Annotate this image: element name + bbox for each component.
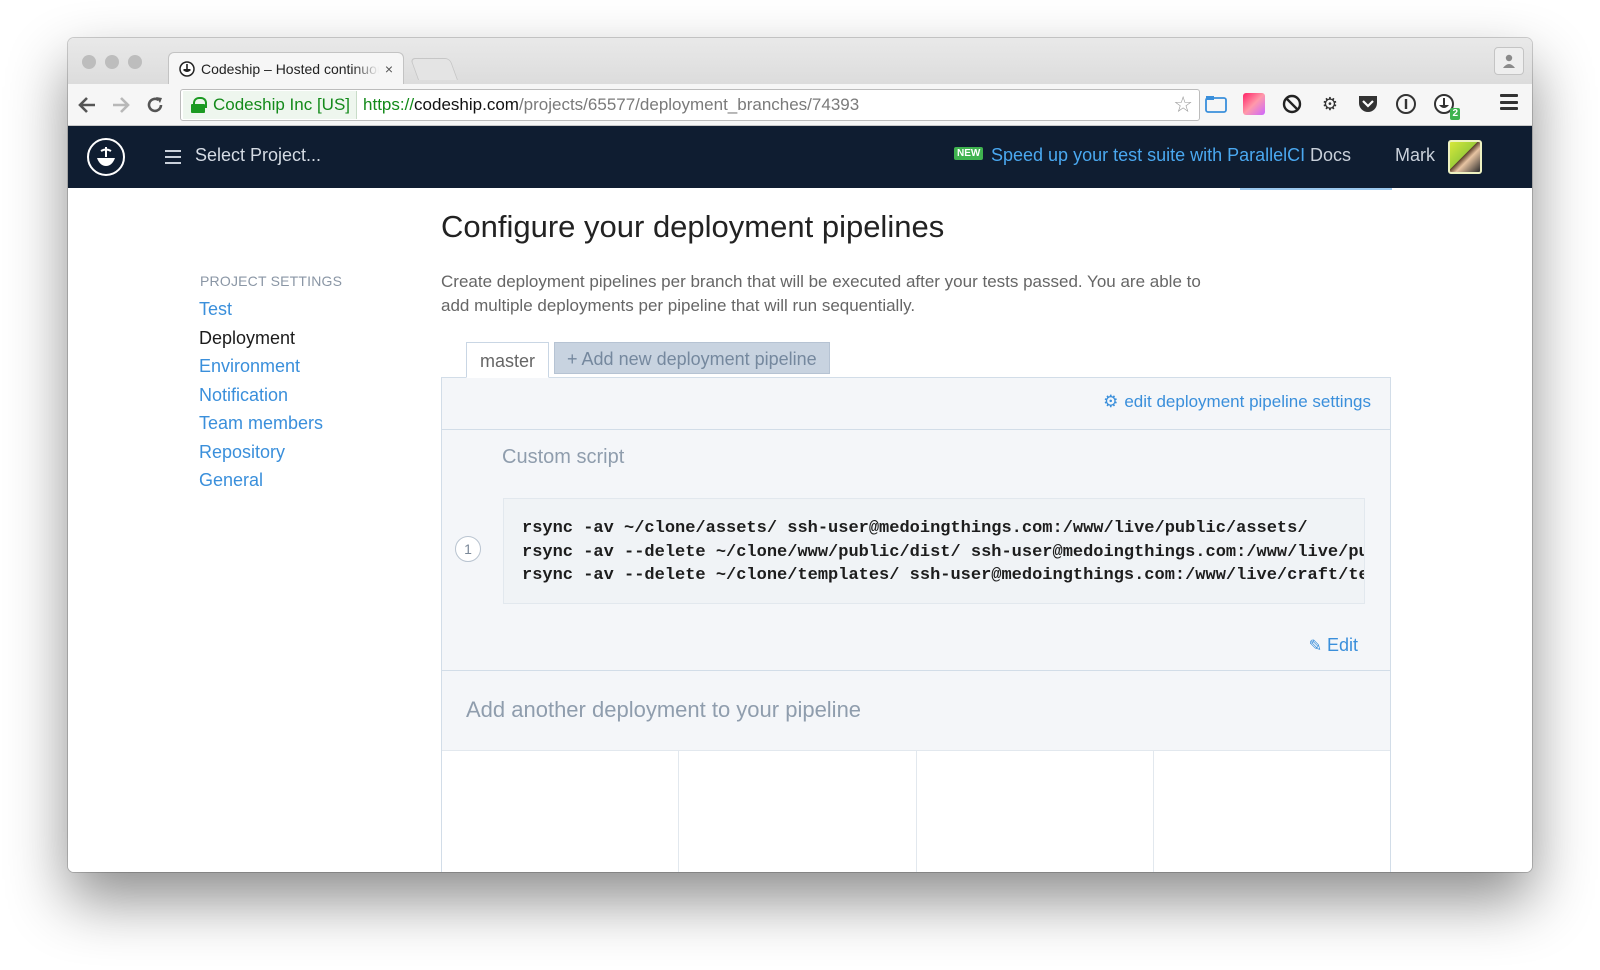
provider-grid <box>442 751 1390 872</box>
paralleleci-promo-link[interactable]: Speed up your test suite with ParallelCI <box>991 145 1305 166</box>
address-bar[interactable]: Codeship Inc [US] https://codeship.com/p… <box>180 89 1200 121</box>
forward-button[interactable] <box>106 90 136 120</box>
clipped-link-underline <box>1240 188 1392 190</box>
script-line: rsync -av --delete ~/clone/templates/ ss… <box>522 566 1365 585</box>
sync-extension-icon[interactable] <box>1280 92 1304 116</box>
add-pipeline-button[interactable]: + Add new deployment pipeline <box>554 342 830 374</box>
new-badge: NEW <box>954 147 984 160</box>
info-extension-icon[interactable] <box>1394 92 1418 116</box>
page-content: PROJECT SETTINGS Test Deployment Environ… <box>68 188 1532 872</box>
reload-button[interactable] <box>140 90 170 120</box>
tab-title: Codeship – Hosted continuous deployment <box>200 60 379 77</box>
edit-pipeline-settings-link[interactable]: ⚙ edit deployment pipeline settings <box>1103 392 1371 412</box>
back-button[interactable] <box>72 90 102 120</box>
folder-extension-icon[interactable] <box>1204 92 1228 116</box>
minimize-window-button[interactable] <box>105 55 119 69</box>
codeship-extension-icon[interactable]: 2 <box>1432 92 1460 120</box>
ev-certificate-badge[interactable]: Codeship Inc [US] <box>183 91 358 119</box>
edit-deployment-button[interactable]: ✎ Edit <box>1309 635 1358 656</box>
sidebar-item-test[interactable]: Test <box>199 295 342 324</box>
script-box: rsync -av ~/clone/assets/ ssh-user@medoi… <box>503 498 1365 604</box>
provider-tile[interactable] <box>679 751 917 872</box>
deployment-step: Custom script 1 rsync -av ~/clone/assets… <box>442 430 1390 671</box>
app-header: Select Project... NEW Speed up your test… <box>68 126 1532 188</box>
pocket-extension-icon[interactable] <box>1356 92 1380 116</box>
google-app-engine-icon <box>515 866 605 872</box>
url-host: codeship.com <box>414 95 519 114</box>
person-icon <box>1503 54 1515 68</box>
settings-sidebar: PROJECT SETTINGS Test Deployment Environ… <box>199 273 342 495</box>
browser-menu-icon[interactable] <box>1500 94 1518 110</box>
avatar[interactable] <box>1448 140 1482 174</box>
add-another-title: Add another deployment to your pipeline <box>466 697 862 722</box>
url-text: https://codeship.com/projects/65577/depl… <box>363 95 859 115</box>
browser-window: Codeship – Hosted continuous deployment … <box>68 38 1532 872</box>
add-another-section: Add another deployment to your pipeline <box>442 671 1390 751</box>
panel-header: ⚙ edit deployment pipeline settings <box>442 378 1390 430</box>
arrow-left-icon <box>78 96 95 113</box>
provider-tile[interactable] <box>917 751 1154 872</box>
lock-icon <box>191 97 207 113</box>
browser-tab[interactable]: Codeship – Hosted continuous deployment … <box>168 52 404 84</box>
new-tab-button[interactable] <box>409 58 459 80</box>
reload-icon <box>147 96 163 112</box>
docs-link[interactable]: Docs <box>1310 145 1351 166</box>
sidebar-item-environment[interactable]: Environment <box>199 352 342 381</box>
browser-toolbar: Codeship Inc [US] https://codeship.com/p… <box>68 84 1532 126</box>
extension-badge: 2 <box>1450 108 1460 120</box>
tab-strip: Codeship – Hosted continuous deployment … <box>68 38 1532 84</box>
deployment-title: Custom script <box>502 446 625 468</box>
sidebar-item-repository[interactable]: Repository <box>199 438 342 467</box>
ev-label: Codeship Inc [US] <box>213 95 351 114</box>
provider-tile[interactable] <box>1154 751 1390 872</box>
codeship-favicon-icon <box>179 60 195 77</box>
edit-label: Edit <box>1326 635 1358 655</box>
select-project-dropdown[interactable]: Select Project... <box>195 145 321 166</box>
tab-close-icon[interactable]: × <box>385 61 393 77</box>
provider-tile[interactable] <box>442 751 680 872</box>
pencil-icon: ✎ <box>1308 637 1322 655</box>
edit-settings-label: edit deployment pipeline settings <box>1124 392 1371 411</box>
url-path: /projects/65577/deployment_branches/7439… <box>518 95 860 114</box>
codeship-logo-icon[interactable] <box>87 138 125 176</box>
user-menu[interactable]: Mark <box>1395 145 1435 166</box>
tab-master[interactable]: master <box>466 342 550 378</box>
pipeline-tabs: master + Add new deployment pipeline <box>466 342 830 378</box>
color-picker-extension-icon[interactable] <box>1242 92 1266 116</box>
gear-icon: ⚙ <box>1103 392 1119 411</box>
page-title: Configure your deployment pipelines <box>441 209 945 244</box>
arrow-right-icon <box>113 96 130 113</box>
window-controls <box>82 55 142 69</box>
intro-text: Create deployment pipelines per branch t… <box>441 272 1201 315</box>
script-line: rsync -av ~/clone/assets/ ssh-user@medoi… <box>522 519 1308 538</box>
url-scheme: https:// <box>363 95 415 114</box>
extension-icons: ⚙ 2 <box>1204 92 1460 120</box>
script-line: rsync -av --delete ~/clone/www/public/di… <box>522 542 1364 562</box>
zoom-window-button[interactable] <box>128 55 142 69</box>
profile-button[interactable] <box>1494 47 1524 75</box>
sidebar-item-deployment[interactable]: Deployment <box>199 324 342 353</box>
pipeline-panel: ⚙ edit deployment pipeline settings Cust… <box>441 377 1391 872</box>
sidebar-item-team-members[interactable]: Team members <box>199 409 342 438</box>
sidebar-item-general[interactable]: General <box>199 466 342 495</box>
step-number: 1 <box>455 536 481 562</box>
sidebar-heading: PROJECT SETTINGS <box>200 273 343 289</box>
hamburger-icon[interactable] <box>165 150 181 164</box>
sidebar-item-notification[interactable]: Notification <box>199 381 342 410</box>
close-window-button[interactable] <box>82 55 96 69</box>
bookmark-star-icon[interactable]: ☆ <box>1173 92 1193 118</box>
gear-extension-icon[interactable]: ⚙ <box>1318 92 1342 116</box>
